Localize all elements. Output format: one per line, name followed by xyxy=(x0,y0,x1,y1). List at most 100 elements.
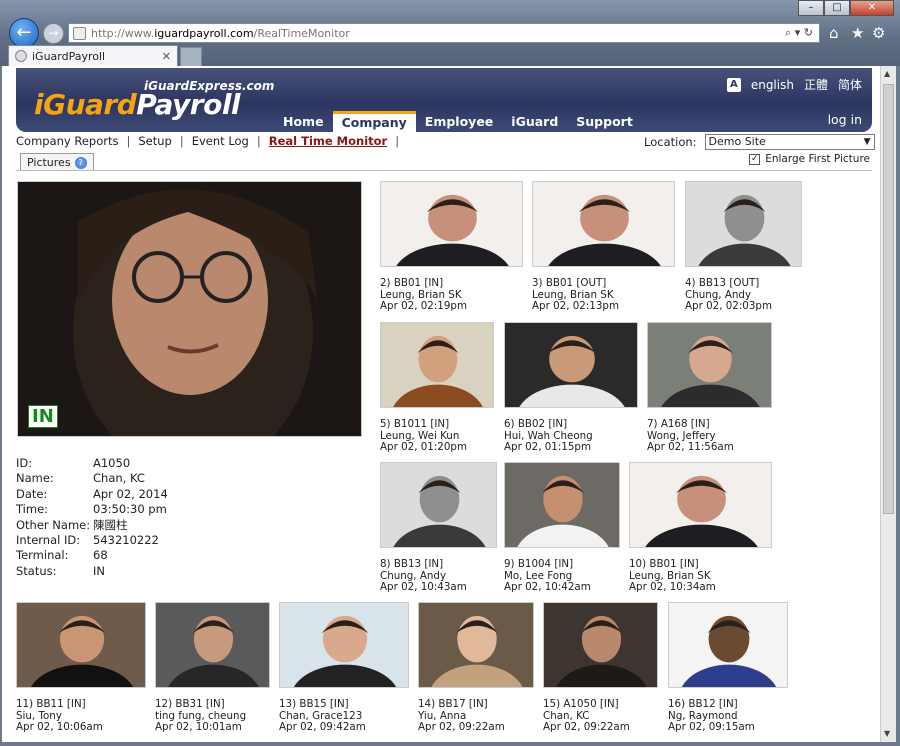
scroll-up-icon[interactable]: ▲ xyxy=(884,69,890,78)
tab-favicon-icon xyxy=(15,50,27,62)
address-bar[interactable]: http://www. iguardpayroll.com/RealTimeMon… xyxy=(68,23,820,43)
event-card[interactable]: 15) A1050 [IN] Chan, KC Apr 02, 09:22am xyxy=(543,602,678,734)
person-photo-icon xyxy=(669,603,787,687)
person-photo-icon xyxy=(648,323,771,407)
event-photo[interactable] xyxy=(16,602,146,688)
person-photo-icon xyxy=(686,182,801,266)
detail-label: Time: xyxy=(16,502,49,517)
event-photo[interactable] xyxy=(647,322,772,408)
close-window-button[interactable]: ✕ xyxy=(850,0,894,16)
event-photo[interactable] xyxy=(279,602,409,688)
event-time: Apr 02, 10:06am xyxy=(16,721,103,733)
detail-label: Status: xyxy=(16,563,57,578)
tab-pictures[interactable]: Pictures ? xyxy=(20,153,94,171)
scroll-thumb[interactable] xyxy=(883,84,894,514)
browser-tab[interactable]: iGuardPayroll ✕ xyxy=(8,45,178,66)
event-photo[interactable] xyxy=(504,322,638,408)
tab-close-icon[interactable]: ✕ xyxy=(162,50,171,63)
sub-navigation: Company Reports | Setup | Event Log | Real … xyxy=(16,134,400,148)
search-refresh-icons[interactable]: ⌕ ▾ ↻ xyxy=(785,26,813,40)
site-header: iGuardExpress.com iGuardPayroll A englis… xyxy=(16,68,872,133)
minimize-button[interactable]: – xyxy=(798,0,824,16)
event-card[interactable]: 8) BB13 [IN] Chung, Andy Apr 02, 10:43am xyxy=(380,462,517,594)
detail-label: Internal ID: xyxy=(16,533,81,548)
event-photo[interactable] xyxy=(629,462,772,548)
event-time: Apr 02, 01:15pm xyxy=(504,441,591,453)
detail-value: 543210222 xyxy=(93,533,159,548)
menu-iguard[interactable]: iGuard xyxy=(502,111,567,133)
detail-label: Other Name: xyxy=(16,517,91,532)
event-photo[interactable] xyxy=(543,602,658,688)
subnav-company-reports[interactable]: Company Reports xyxy=(16,134,118,148)
menu-support[interactable]: Support xyxy=(567,111,642,133)
lang-traditional-chinese[interactable]: 正體 xyxy=(804,76,828,93)
detail-label: Date: xyxy=(16,486,48,501)
detail-row: Status: IN xyxy=(16,564,168,579)
menu-home[interactable]: Home xyxy=(274,111,333,133)
event-photo[interactable] xyxy=(155,602,270,688)
enlarge-first-picture-option[interactable]: ✓ Enlarge First Picture xyxy=(749,153,870,165)
scroll-down-icon[interactable]: ▼ xyxy=(884,729,890,738)
detail-value: 68 xyxy=(93,548,108,563)
detail-value: Apr 02, 2014 xyxy=(93,486,168,501)
event-time: Apr 02, 09:22am xyxy=(418,721,505,733)
event-card[interactable]: 13) BB15 [IN] Chan, Grace123 Apr 02, 09:42… xyxy=(279,602,429,734)
maximize-button[interactable]: □ xyxy=(824,0,850,16)
menu-employee[interactable]: Employee xyxy=(416,111,503,133)
event-card[interactable]: 4) BB13 [OUT] Chung, Andy Apr 02, 02:03pm xyxy=(685,181,822,313)
person-photo-icon xyxy=(544,603,657,687)
event-id-status: 8) BB13 [IN] xyxy=(380,558,444,570)
lang-simplified-chinese[interactable]: 简体 xyxy=(838,76,862,93)
event-card[interactable]: 16) BB12 [IN] Ng, Raymond Apr 02, 09:15am xyxy=(668,602,808,734)
event-card[interactable]: 2) BB01 [IN] Leung, Brian SK Apr 02, 02:19… xyxy=(380,181,543,313)
event-photo[interactable] xyxy=(380,181,523,267)
detail-row: ID: A1050 xyxy=(16,456,168,471)
lang-english[interactable]: english xyxy=(751,78,794,92)
event-card[interactable]: 5) B1011 [IN] Leung, Wei Kun Apr 02, 01:20… xyxy=(380,322,514,454)
detail-label: ID: xyxy=(16,456,33,470)
event-photo[interactable] xyxy=(532,181,675,267)
event-photo[interactable] xyxy=(418,602,534,688)
event-card[interactable]: 3) BB01 [OUT] Leung, Brian SK Apr 02, 02:1… xyxy=(532,181,695,313)
menu-company[interactable]: Company xyxy=(332,111,416,133)
detail-row: Internal ID: 543210222 xyxy=(16,533,168,548)
event-card[interactable]: 12) BB31 [IN] ting fung, cheung Apr 02, 10… xyxy=(155,602,290,734)
login-link[interactable]: log in xyxy=(828,112,862,127)
back-arrow-icon[interactable]: ← xyxy=(9,18,39,48)
subnav-setup[interactable]: Setup xyxy=(138,134,171,148)
location-select[interactable]: Demo Site ▼ xyxy=(704,134,875,150)
subnav-real-time-monitor[interactable]: Real Time Monitor xyxy=(269,134,387,148)
vertical-scrollbar[interactable]: ▲ ▼ xyxy=(880,66,896,742)
browser-chrome: – □ ✕ ← → http://www. iguardpayroll.com/R… xyxy=(0,0,900,66)
event-card[interactable]: 10) BB01 [IN] Leung, Brian SK Apr 02, 10:3… xyxy=(629,462,792,594)
new-tab-button[interactable] xyxy=(180,47,202,66)
subnav-event-log[interactable]: Event Log xyxy=(192,134,249,148)
event-time: Apr 02, 09:15am xyxy=(668,721,755,733)
help-icon[interactable]: ? xyxy=(74,156,87,169)
event-photo[interactable] xyxy=(504,462,620,548)
favorites-star-icon[interactable]: ★ xyxy=(851,24,864,42)
detail-value: A1050 xyxy=(93,456,131,470)
event-card[interactable]: 7) A168 [IN] Wong, Jeffery Apr 02, 11:56am xyxy=(647,322,792,454)
event-photo[interactable] xyxy=(380,462,497,548)
event-id-status: 11) BB11 [IN] xyxy=(16,698,86,710)
featured-photo[interactable]: IN xyxy=(17,181,362,437)
event-card[interactable]: 9) B1004 [IN] Mo, Lee Fong Apr 02, 10:42am xyxy=(504,462,640,594)
page-icon xyxy=(73,26,86,40)
enlarge-checkbox[interactable]: ✓ xyxy=(749,153,761,165)
event-photo[interactable] xyxy=(668,602,788,688)
site-logo[interactable]: iGuardPayroll xyxy=(34,88,241,121)
settings-gear-icon[interactable]: ⚙ xyxy=(872,24,885,42)
event-card[interactable]: 11) BB11 [IN] Siu, Tony Apr 02, 10:06am xyxy=(16,602,166,734)
detail-value: IN xyxy=(93,563,105,578)
event-photo[interactable] xyxy=(380,322,494,408)
event-card[interactable]: 6) BB02 [IN] Hui, Wah Cheong Apr 02, 01:15… xyxy=(504,322,658,454)
event-photo[interactable] xyxy=(685,181,802,267)
detail-row: Date: Apr 02, 2014 xyxy=(16,487,168,502)
event-id-status: 15) A1050 [IN] xyxy=(543,698,619,710)
home-icon[interactable]: ⌂ xyxy=(829,24,839,42)
detail-value: Chan, KC xyxy=(93,471,145,486)
forward-arrow-icon[interactable]: → xyxy=(43,23,64,44)
event-card[interactable]: 14) BB17 [IN] Yiu, Anna Apr 02, 09:22am xyxy=(418,602,554,734)
url-path: /RealTimeMonitor xyxy=(253,26,350,40)
